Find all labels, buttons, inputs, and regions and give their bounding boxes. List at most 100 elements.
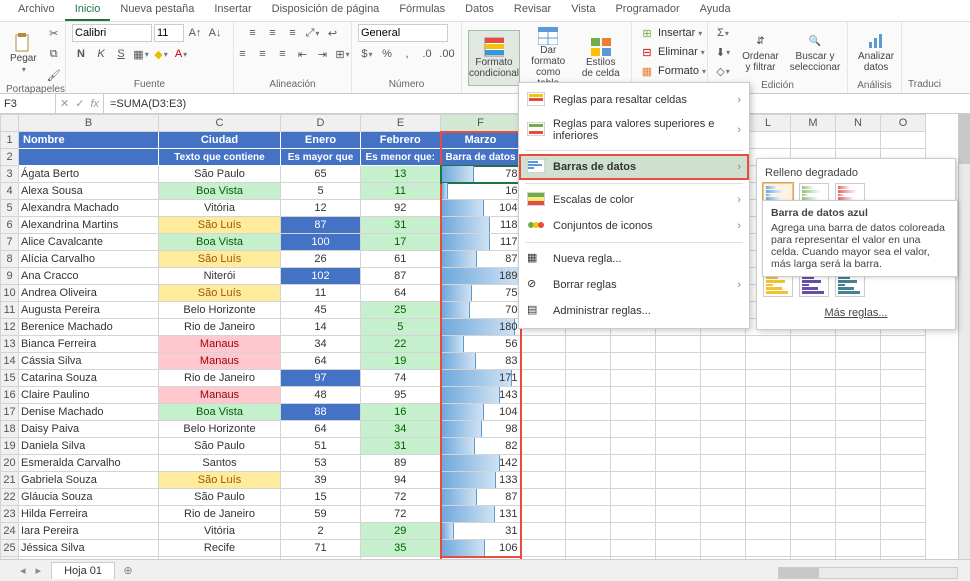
conditional-formatting-button[interactable]: Formato condicional xyxy=(468,30,520,86)
cell[interactable] xyxy=(701,387,746,404)
autosum-icon[interactable]: Σ xyxy=(714,24,732,42)
cell[interactable] xyxy=(566,370,611,387)
cell[interactable]: 5 xyxy=(361,319,441,336)
cf-new-rule[interactable]: ▦ Nueva regla... xyxy=(519,246,749,272)
column-header[interactable]: N xyxy=(836,115,881,132)
cell[interactable] xyxy=(611,472,656,489)
cell[interactable] xyxy=(521,455,566,472)
cell[interactable] xyxy=(656,489,701,506)
ribbon-tab-inicio[interactable]: Inicio xyxy=(65,0,111,21)
ribbon-tab-vista[interactable]: Vista xyxy=(561,0,605,21)
cell[interactable] xyxy=(566,353,611,370)
cell[interactable]: Texto que contiene xyxy=(159,149,281,166)
cell[interactable]: 31 xyxy=(361,217,441,234)
cell[interactable] xyxy=(881,387,926,404)
cell[interactable]: São Paulo xyxy=(159,438,281,455)
cell[interactable] xyxy=(611,421,656,438)
cell[interactable]: 59 xyxy=(281,506,361,523)
cell[interactable] xyxy=(521,438,566,455)
cell[interactable] xyxy=(881,506,926,523)
cell[interactable] xyxy=(566,506,611,523)
cell[interactable]: 64 xyxy=(281,421,361,438)
cell[interactable] xyxy=(566,455,611,472)
percent-icon[interactable]: % xyxy=(378,45,396,63)
cell[interactable] xyxy=(611,523,656,540)
cell[interactable] xyxy=(791,421,836,438)
cell[interactable] xyxy=(836,370,881,387)
cell[interactable] xyxy=(791,455,836,472)
cell[interactable]: Hilda Ferreira xyxy=(19,506,159,523)
cell[interactable] xyxy=(791,438,836,455)
cell[interactable] xyxy=(566,404,611,421)
font-size-select[interactable] xyxy=(154,24,184,42)
row-header[interactable]: 7 xyxy=(1,234,19,251)
cell[interactable]: 25 xyxy=(361,302,441,319)
increase-decimal-icon[interactable]: .0 xyxy=(418,45,436,63)
cell[interactable] xyxy=(701,336,746,353)
cell[interactable] xyxy=(521,506,566,523)
cell[interactable]: 45 xyxy=(281,302,361,319)
sort-filter-button[interactable]: ⇵ Ordenar y filtrar xyxy=(736,24,785,80)
cell[interactable] xyxy=(791,404,836,421)
cell[interactable] xyxy=(791,370,836,387)
cell[interactable] xyxy=(521,404,566,421)
cell[interactable] xyxy=(746,132,791,149)
cf-icon-sets[interactable]: Conjuntos de iconos› xyxy=(519,213,749,239)
row-header[interactable]: 18 xyxy=(1,421,19,438)
cell[interactable] xyxy=(656,455,701,472)
cell[interactable]: 2 xyxy=(281,523,361,540)
cell[interactable] xyxy=(881,132,926,149)
cell[interactable]: Berenice Machado xyxy=(19,319,159,336)
cell[interactable] xyxy=(836,489,881,506)
align-center-icon[interactable]: ≡ xyxy=(254,45,272,63)
insert-cells-button[interactable]: ⊞Insertar xyxy=(638,24,702,42)
fill-color-button[interactable]: ◆ xyxy=(152,45,170,63)
cell[interactable]: Ciudad xyxy=(159,132,281,149)
cell[interactable]: 19 xyxy=(361,353,441,370)
cell[interactable] xyxy=(746,421,791,438)
cell[interactable] xyxy=(521,523,566,540)
cell[interactable] xyxy=(836,540,881,557)
cell[interactable]: Barra de datos xyxy=(441,149,521,166)
cell[interactable] xyxy=(611,506,656,523)
cell[interactable] xyxy=(611,489,656,506)
row-header[interactable]: 1 xyxy=(1,132,19,149)
cell[interactable]: 5 xyxy=(281,183,361,200)
cell[interactable] xyxy=(521,421,566,438)
cell[interactable] xyxy=(836,353,881,370)
cell[interactable] xyxy=(566,438,611,455)
cancel-formula-icon[interactable]: ✕ xyxy=(60,97,69,110)
cell[interactable] xyxy=(611,387,656,404)
cf-clear-rules[interactable]: ⊘ Borrar reglas› xyxy=(519,272,749,298)
cell[interactable] xyxy=(611,404,656,421)
row-header[interactable]: 14 xyxy=(1,353,19,370)
ribbon-tab-revisar[interactable]: Revisar xyxy=(504,0,561,21)
cell[interactable]: Santos xyxy=(159,455,281,472)
cell[interactable]: Denise Machado xyxy=(19,404,159,421)
cell[interactable]: 102 xyxy=(281,268,361,285)
cell[interactable]: 87 xyxy=(441,251,521,268)
cell[interactable]: 11 xyxy=(361,183,441,200)
cell[interactable] xyxy=(611,370,656,387)
cell[interactable] xyxy=(521,370,566,387)
cell[interactable] xyxy=(521,353,566,370)
cell[interactable]: 94 xyxy=(361,472,441,489)
cell[interactable] xyxy=(521,540,566,557)
cell[interactable]: 98 xyxy=(441,421,521,438)
cell[interactable] xyxy=(836,506,881,523)
cut-button[interactable]: ✂ xyxy=(45,24,63,42)
row-header[interactable]: 17 xyxy=(1,404,19,421)
cell[interactable] xyxy=(746,370,791,387)
cell[interactable]: Vitória xyxy=(159,200,281,217)
analyze-button[interactable]: Analizar datos xyxy=(854,24,898,80)
cell[interactable]: Manaus xyxy=(159,336,281,353)
row-header[interactable]: 5 xyxy=(1,200,19,217)
cell[interactable]: Esmeralda Carvalho xyxy=(19,455,159,472)
cell[interactable] xyxy=(656,387,701,404)
cell[interactable] xyxy=(791,387,836,404)
cell[interactable]: Daisy Paiva xyxy=(19,421,159,438)
cell[interactable] xyxy=(656,353,701,370)
align-right-icon[interactable]: ≡ xyxy=(274,45,292,63)
cell[interactable] xyxy=(611,438,656,455)
cell[interactable]: 26 xyxy=(281,251,361,268)
